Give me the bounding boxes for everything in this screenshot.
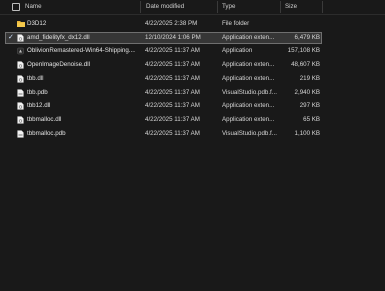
- dll-file-icon: [17, 61, 24, 69]
- file-row[interactable]: tbbmalloc.dll 4/22/2025 11:37 AM Applicati…: [0, 114, 385, 126]
- file-size: 219 KB: [299, 74, 320, 82]
- dll-file-icon: [17, 116, 24, 124]
- file-name: OpenImageDenoise.dll: [27, 61, 90, 69]
- file-row[interactable]: D3D12 4/22/2025 2:38 PM File folder: [0, 18, 385, 30]
- column-header-date-modified[interactable]: Date modified: [146, 3, 184, 10]
- file-type: Application exten...: [222, 102, 275, 110]
- file-size: 65 KB: [303, 115, 320, 123]
- file-name: D3D12: [27, 20, 47, 27]
- file-type: VisualStudio.pdb.f...: [222, 88, 277, 96]
- file-size: 1,100 KB: [294, 129, 320, 137]
- column-divider[interactable]: [280, 1, 281, 13]
- select-all-checkbox[interactable]: [12, 3, 20, 11]
- file-name: tbbmalloc.dll: [27, 115, 62, 123]
- app-icon: [17, 47, 24, 55]
- file-name: amd_fidelityfx_dx12.dll: [27, 33, 90, 41]
- column-header-row: Name Date modified Type Size: [0, 0, 385, 15]
- file-name: tbbmalloc.pdb: [27, 129, 66, 137]
- file-type: Application exten...: [222, 115, 275, 123]
- file-size: 6,479 KB: [294, 33, 320, 41]
- file-date-modified: 4/22/2025 11:37 AM: [145, 61, 200, 69]
- file-size: 297 KB: [299, 102, 320, 110]
- file-row[interactable]: tbb.dll 4/22/2025 11:37 AM Application ext…: [0, 73, 385, 85]
- file-date-modified: 4/22/2025 11:37 AM: [145, 129, 200, 137]
- file-type: Application exten...: [222, 33, 275, 41]
- file-row[interactable]: OpenImageDenoise.dll 4/22/2025 11:37 AM Ap…: [0, 59, 385, 71]
- file-size: 2,940 KB: [294, 88, 320, 96]
- pdb-file-icon: [17, 129, 24, 138]
- file-size: 48,607 KB: [291, 61, 320, 69]
- file-date-modified: 4/22/2025 2:38 PM: [145, 20, 198, 27]
- file-name: tbb12.dll: [27, 102, 51, 110]
- file-row[interactable]: ✓ amd_fidelityfx_dx12.dll 12/10/2024 1:06 …: [0, 31, 385, 44]
- column-header-type[interactable]: Type: [222, 3, 235, 10]
- file-date-modified: 4/22/2025 11:37 AM: [145, 88, 200, 96]
- file-row[interactable]: tbbmalloc.pdb 4/22/2025 11:37 AM VisualStu…: [0, 128, 385, 140]
- column-divider[interactable]: [140, 1, 141, 13]
- column-header-size[interactable]: Size: [285, 3, 297, 10]
- pdb-file-icon: [17, 88, 24, 97]
- column-divider[interactable]: [217, 1, 218, 13]
- file-row[interactable]: tbb12.dll 4/22/2025 11:37 AM Application e…: [0, 100, 385, 112]
- file-size: 157,108 KB: [287, 47, 320, 55]
- file-row[interactable]: OblivionRemastered-Win64-Shipping.... 4/2…: [0, 45, 385, 57]
- file-name: tbb.pdb: [27, 88, 48, 96]
- column-header-name[interactable]: Name: [25, 3, 42, 10]
- file-name: tbb.dll: [27, 74, 44, 82]
- dll-file-icon: [17, 75, 24, 83]
- file-type: Application: [222, 47, 253, 55]
- column-divider[interactable]: [322, 1, 323, 13]
- file-type: Application exten...: [222, 61, 275, 69]
- file-row[interactable]: tbb.pdb 4/22/2025 11:37 AM VisualStudio.pd…: [0, 87, 385, 99]
- file-date-modified: 4/22/2025 11:37 AM: [145, 115, 200, 123]
- dll-file-icon: [17, 102, 24, 110]
- file-type: VisualStudio.pdb.f...: [222, 129, 277, 137]
- file-date-modified: 4/22/2025 11:37 AM: [145, 47, 200, 55]
- file-date-modified: 4/22/2025 11:37 AM: [145, 74, 200, 82]
- file-date-modified: 4/22/2025 11:37 AM: [145, 102, 200, 110]
- file-type: Application exten...: [222, 74, 275, 82]
- row-checkmark-icon[interactable]: ✓: [8, 33, 14, 41]
- folder-icon: [17, 20, 25, 28]
- file-date-modified: 12/10/2024 1:06 PM: [145, 33, 201, 41]
- dll-file-icon: [17, 33, 24, 42]
- file-type: File folder: [222, 20, 250, 27]
- file-name: OblivionRemastered-Win64-Shipping....: [27, 47, 135, 55]
